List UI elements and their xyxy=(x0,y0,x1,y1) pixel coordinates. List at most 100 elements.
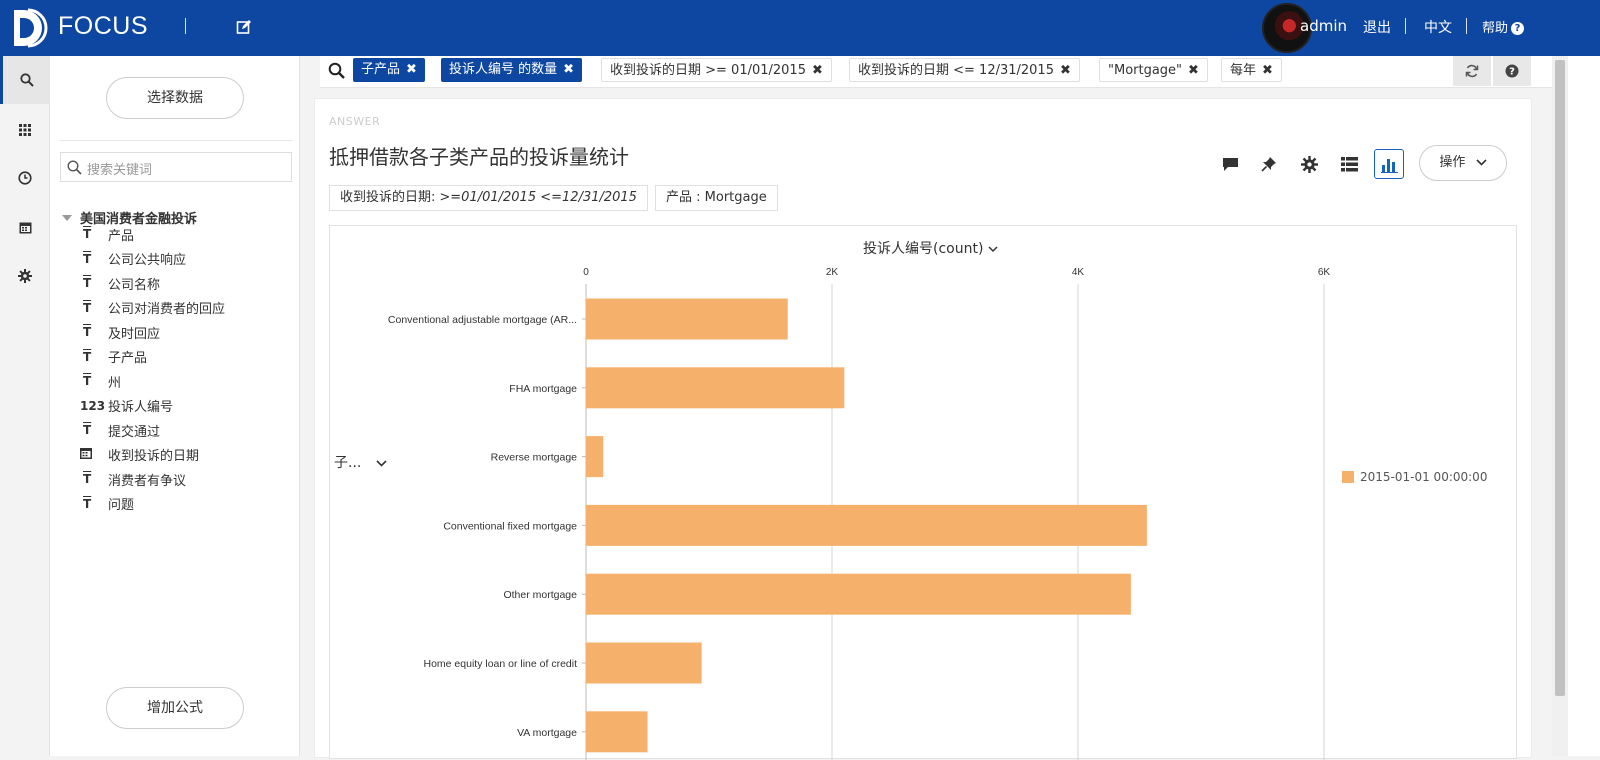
bar[interactable] xyxy=(586,573,1131,615)
top-bar: FOCUS admin 退出 中文 帮助? xyxy=(0,0,1600,56)
pin-button[interactable] xyxy=(1258,153,1280,175)
field-item[interactable]: T 消费者有争议 xyxy=(80,467,186,491)
keyword-search-input[interactable]: 搜索关键词 xyxy=(60,152,292,182)
bar-chart: 0 2K 4K 6K Conventional adjustable mortgage … xyxy=(388,267,1331,760)
field-item[interactable]: T州 xyxy=(80,369,121,393)
filter-label: 收到投诉的日期: xyxy=(340,190,436,205)
comment-button[interactable] xyxy=(1219,153,1241,175)
chart-view-button[interactable] xyxy=(1374,149,1404,179)
brand-name: FOCUS xyxy=(58,12,148,40)
help-button[interactable]: ? xyxy=(1493,56,1531,86)
divider xyxy=(1466,18,1467,34)
nav-apps[interactable] xyxy=(0,106,50,154)
settings-button[interactable] xyxy=(1298,153,1320,175)
field-item[interactable]: 123 投诉人编号 xyxy=(80,394,173,418)
chip-label: 每年 xyxy=(1230,63,1257,78)
text-type-icon: T xyxy=(83,300,92,315)
help-link[interactable]: 帮助? xyxy=(1482,17,1525,36)
logout-link[interactable]: 退出 xyxy=(1363,17,1391,37)
username[interactable]: admin xyxy=(1300,17,1347,35)
operations-label: 操作 xyxy=(1439,155,1466,170)
field-label: 公司对消费者的回应 xyxy=(108,302,226,317)
field-label: 及时回应 xyxy=(108,326,161,342)
field-item[interactable]: T 公司名称 xyxy=(80,271,160,295)
search-icon[interactable] xyxy=(328,62,345,79)
field-item[interactable]: 收到投诉的日期 xyxy=(80,443,199,467)
field-label: 公司名称 xyxy=(108,277,161,293)
add-formula-button[interactable]: 增加公式 xyxy=(106,687,244,729)
field-item[interactable]: T 产品 xyxy=(80,222,134,246)
chart-container: 投诉人编号(count) 0 2K 4K 6K Conventional adjusta… xyxy=(329,225,1517,760)
question-icon: ? xyxy=(1505,64,1519,78)
category-label: Conventional fixed mortgage xyxy=(443,520,577,532)
refresh-button[interactable] xyxy=(1453,56,1491,86)
bar[interactable] xyxy=(586,711,648,753)
legend-label: 2015-01-01 00:00:00 xyxy=(1360,470,1488,484)
text-type-icon: T xyxy=(83,227,92,241)
nav-calendar[interactable] xyxy=(0,203,50,251)
data-panel: 选择数据 搜索关键词 美国消费者金融投诉 T 产品 T 公司公共响应 T 公司名称 T 公司对… xyxy=(50,56,300,756)
divider xyxy=(1405,18,1406,34)
y-axis-dropdown[interactable]: 子... xyxy=(334,452,387,472)
product-filter-pill[interactable]: 产品 : Mortgage xyxy=(655,185,778,211)
x-tick-label: 6K xyxy=(1318,267,1331,278)
select-data-button[interactable]: 选择数据 xyxy=(106,77,244,119)
remove-chip-icon[interactable]: ✖ xyxy=(812,63,823,78)
search-chip[interactable]: 投诉人编号 的数量 ✖ xyxy=(441,58,583,82)
remove-chip-icon[interactable]: ✖ xyxy=(1262,63,1273,78)
field-item[interactable]: T 公司对消费者的回应 xyxy=(80,296,225,320)
main-area: 子产品 ✖ 投诉人编号 的数量 ✖ 收到投诉的日期 >= 01/01/2015 ✖ 收到投诉… xyxy=(300,56,1552,760)
remove-chip-icon[interactable]: ✖ xyxy=(1060,63,1071,78)
search-chip[interactable]: 子产品 ✖ xyxy=(353,58,425,82)
table-view-button[interactable] xyxy=(1338,153,1360,175)
field-label: 消费者有争议 xyxy=(108,473,187,489)
nav-search[interactable] xyxy=(0,56,50,104)
search-chip[interactable]: 收到投诉的日期 >= 01/01/2015 ✖ xyxy=(601,58,832,82)
field-label: 投诉人编号 xyxy=(108,400,174,415)
bar[interactable] xyxy=(586,436,604,478)
nav-settings[interactable] xyxy=(0,252,50,300)
chip-label: 子产品 xyxy=(361,62,401,77)
date-filter-pill[interactable]: 收到投诉的日期: >=01/01/2015 <=12/31/2015 xyxy=(329,185,648,211)
field-label: 收到投诉的日期 xyxy=(108,449,200,464)
remove-chip-icon[interactable]: ✖ xyxy=(563,62,574,77)
focus-logo[interactable] xyxy=(12,8,48,48)
filter-value: >=01/01/2015 <=12/31/2015 xyxy=(439,190,637,205)
edit-icon[interactable] xyxy=(236,19,252,35)
category-label: FHA mortgage xyxy=(509,383,577,395)
help-label: 帮助 xyxy=(1482,21,1509,36)
bar[interactable] xyxy=(586,367,845,409)
nav-history[interactable] xyxy=(0,154,50,202)
search-chip[interactable]: "Mortgage" ✖ xyxy=(1099,58,1208,82)
search-chip[interactable]: 每年 ✖ xyxy=(1221,58,1282,82)
field-item[interactable]: T 问题 xyxy=(80,492,134,516)
chip-label: 收到投诉的日期 <= 12/31/2015 xyxy=(858,63,1054,78)
x-tick-label: 0 xyxy=(583,267,589,278)
pin-icon xyxy=(1261,157,1276,172)
bar[interactable] xyxy=(586,298,788,340)
answer-title[interactable]: 抵押借款各子类产品的投诉量统计 xyxy=(329,141,629,170)
field-item[interactable]: T 提交通过 xyxy=(80,418,160,442)
category-label: Conventional adjustable mortgage (AR... xyxy=(388,314,577,326)
field-label: 问题 xyxy=(108,498,135,513)
calendar-icon xyxy=(19,222,31,233)
field-item[interactable]: T 子产品 xyxy=(80,345,147,369)
vertical-scrollbar[interactable] xyxy=(1552,56,1568,756)
field-item[interactable]: T 公司公共响应 xyxy=(80,247,186,271)
remove-chip-icon[interactable]: ✖ xyxy=(1188,63,1199,78)
operations-dropdown[interactable]: 操作 xyxy=(1419,145,1507,181)
search-chip[interactable]: 收到投诉的日期 <= 12/31/2015 ✖ xyxy=(849,58,1080,82)
remove-chip-icon[interactable]: ✖ xyxy=(406,62,417,77)
text-type-icon: T xyxy=(83,276,92,290)
answer-card: ANSWER 抵押借款各子类产品的投诉量统计 操作 收到投诉的日期: >=01/… xyxy=(314,98,1532,760)
scrollbar-thumb[interactable] xyxy=(1555,60,1565,696)
language-switch[interactable]: 中文 xyxy=(1424,17,1452,37)
field-item[interactable]: T 及时回应 xyxy=(80,320,160,344)
nav-rail xyxy=(0,56,50,756)
bar[interactable] xyxy=(586,642,702,684)
field-label: 公司公共响应 xyxy=(108,253,187,268)
search-bar[interactable]: 子产品 ✖ 投诉人编号 的数量 ✖ 收到投诉的日期 >= 01/01/2015 ✖ 收到投诉… xyxy=(320,56,1552,88)
chart-legend[interactable]: 2015-01-01 00:00:00 xyxy=(1342,470,1487,484)
category-label: Reverse mortgage xyxy=(491,452,578,464)
bar[interactable] xyxy=(586,504,1147,546)
